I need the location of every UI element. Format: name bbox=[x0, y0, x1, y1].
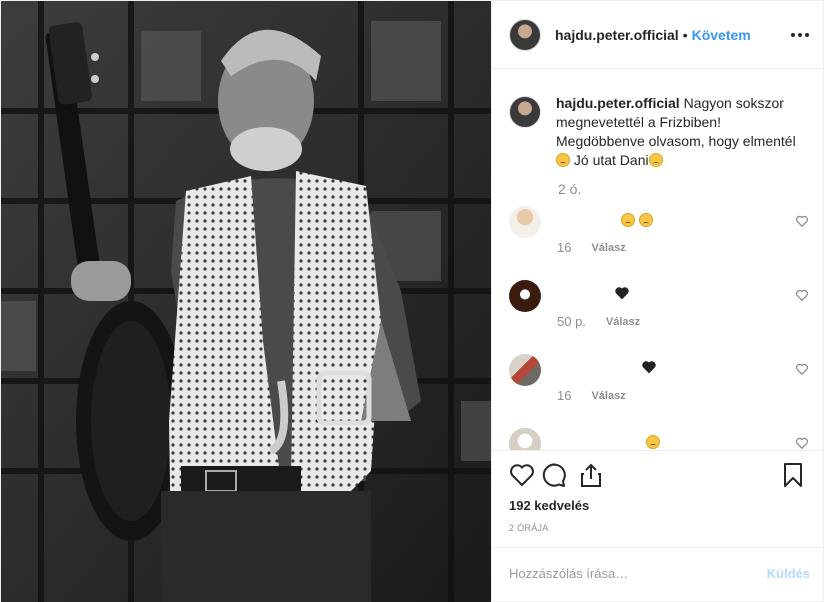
header-avatar[interactable] bbox=[509, 18, 541, 51]
like-comment-heart-icon[interactable] bbox=[795, 214, 809, 228]
header-username[interactable]: hajdu.peter.official bbox=[555, 27, 679, 43]
disappointed-face-emoji-icon bbox=[621, 213, 635, 227]
header-separator: • bbox=[682, 26, 688, 43]
caption-avatar[interactable] bbox=[509, 96, 541, 128]
comment-time: 50 p. bbox=[557, 314, 586, 329]
caption-username[interactable]: hajdu.peter.official bbox=[556, 95, 680, 111]
like-comment-heart-icon[interactable] bbox=[795, 436, 809, 450]
post-age[interactable]: 2 ÓRÁJA bbox=[509, 523, 549, 533]
caption-text: hajdu.peter.official Nagyon sokszor megn… bbox=[556, 94, 801, 170]
follow-button[interactable]: Követem bbox=[692, 27, 751, 43]
comment-text bbox=[621, 212, 653, 232]
comment-avatar[interactable] bbox=[509, 280, 541, 312]
comment-meta: 16 Válasz bbox=[557, 240, 626, 255]
add-comment-bar: Küldés bbox=[492, 547, 824, 602]
comment-item: 50 p. Válasz bbox=[509, 280, 809, 340]
reply-button[interactable]: Válasz bbox=[606, 316, 640, 328]
black-heart-icon bbox=[642, 361, 656, 374]
reply-button[interactable]: Válasz bbox=[591, 390, 625, 402]
caption-body-2: Jó utat Dani bbox=[570, 152, 649, 168]
more-options-icon[interactable] bbox=[788, 23, 812, 47]
comment-text bbox=[646, 434, 660, 450]
post-header: hajdu.peter.official • Követem bbox=[492, 1, 824, 69]
comment-item: 16 Válasz bbox=[509, 354, 809, 414]
post-caption: hajdu.peter.official Nagyon sokszor megn… bbox=[509, 94, 809, 170]
post-photo[interactable] bbox=[1, 1, 491, 602]
comment-item: 16 Válasz bbox=[509, 206, 809, 266]
like-comment-heart-icon[interactable] bbox=[795, 288, 809, 302]
likes-count[interactable]: 192 kedvelés bbox=[509, 498, 589, 513]
share-icon[interactable] bbox=[577, 461, 605, 489]
like-heart-icon[interactable] bbox=[508, 461, 536, 489]
post-sidebar: hajdu.peter.official • Követem hajdu.pet… bbox=[491, 1, 824, 602]
disappointed-face-emoji-icon bbox=[638, 213, 653, 227]
post-actions: 192 kedvelés 2 ÓRÁJA Küldés bbox=[492, 450, 824, 602]
comment-time: 16 bbox=[557, 388, 572, 403]
comment-text bbox=[614, 286, 630, 306]
black-heart-icon bbox=[615, 287, 629, 300]
save-bookmark-icon[interactable] bbox=[779, 461, 807, 489]
disappointed-face-emoji-icon bbox=[648, 153, 663, 167]
comment-avatar[interactable] bbox=[509, 354, 541, 386]
comment-meta: 50 p. Válasz bbox=[557, 314, 640, 329]
action-icons bbox=[509, 461, 809, 489]
comment-avatar[interactable] bbox=[509, 206, 541, 238]
comment-input[interactable] bbox=[509, 566, 749, 581]
photo-image bbox=[1, 1, 491, 602]
comment-item bbox=[509, 428, 809, 450]
sad-face-emoji-icon bbox=[556, 153, 570, 167]
comment-time: 16 bbox=[557, 240, 572, 255]
comments-list[interactable]: hajdu.peter.official Nagyon sokszor megn… bbox=[492, 70, 824, 450]
post-comment-button[interactable]: Küldés bbox=[767, 566, 810, 581]
sad-face-emoji-icon bbox=[646, 435, 660, 449]
comment-avatar[interactable] bbox=[509, 428, 541, 450]
reply-button[interactable]: Válasz bbox=[591, 242, 625, 254]
caption-time: 2 ó. bbox=[558, 181, 582, 197]
comment-text bbox=[641, 360, 657, 380]
like-comment-heart-icon[interactable] bbox=[795, 362, 809, 376]
instagram-post: hajdu.peter.official • Követem hajdu.pet… bbox=[0, 0, 824, 602]
comment-bubble-icon[interactable] bbox=[539, 461, 567, 489]
comment-meta: 16 Válasz bbox=[557, 388, 626, 403]
